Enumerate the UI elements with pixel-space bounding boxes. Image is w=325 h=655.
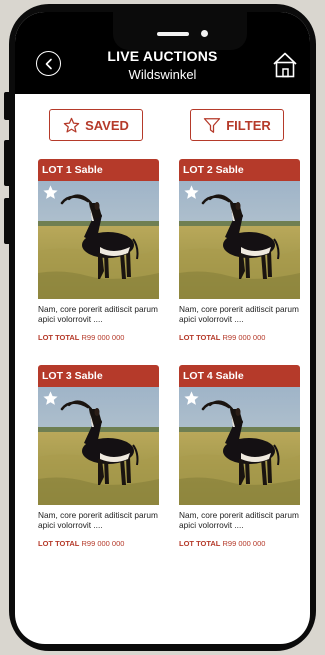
lot-title: LOT 2 Sable — [179, 159, 300, 181]
lot-card[interactable]: LOT 2 Sable Nam, core porerit aditiscit … — [179, 159, 300, 342]
star-icon[interactable] — [183, 184, 200, 201]
star-icon[interactable] — [183, 390, 200, 407]
home-button[interactable] — [272, 51, 298, 79]
lot-total: LOT TOTAL R99 000 000 — [179, 539, 300, 548]
lot-image[interactable] — [38, 387, 159, 505]
camera — [201, 30, 208, 37]
notch — [113, 12, 247, 50]
lot-total-value: R99 000 000 — [222, 539, 266, 548]
phone-screen: LIVE AUCTIONS Wildswinkel SAVED FILTER L… — [15, 12, 310, 644]
saved-button[interactable]: SAVED — [49, 109, 143, 141]
lot-card[interactable]: LOT 3 Sable Nam, core porerit aditiscit … — [38, 365, 159, 548]
lot-description: Nam, core porerit aditiscit parum apici … — [38, 510, 158, 530]
saved-label: SAVED — [85, 117, 129, 133]
lot-title: LOT 4 Sable — [179, 365, 300, 387]
lot-description: Nam, core porerit aditiscit parum apici … — [38, 304, 158, 324]
lot-card[interactable]: LOT 4 Sable Nam, core porerit aditiscit … — [179, 365, 300, 548]
page-title: LIVE AUCTIONS — [107, 48, 218, 64]
lot-description: Nam, core porerit aditiscit parum apici … — [179, 304, 299, 324]
lot-total-value: R99 000 000 — [222, 333, 266, 342]
lot-total-label: LOT TOTAL — [38, 539, 80, 548]
lot-total-label: LOT TOTAL — [179, 333, 221, 342]
lot-card[interactable]: LOT 1 Sable Nam, core porerit aditiscit … — [38, 159, 159, 342]
lot-image[interactable] — [38, 181, 159, 299]
filter-button[interactable]: FILTER — [190, 109, 284, 141]
lot-total-label: LOT TOTAL — [38, 333, 80, 342]
page-subtitle: Wildswinkel — [128, 67, 197, 82]
speaker — [157, 32, 189, 36]
lot-description: Nam, core porerit aditiscit parum apici … — [179, 510, 299, 530]
star-icon[interactable] — [42, 390, 59, 407]
lot-image[interactable] — [179, 387, 300, 505]
lot-total-label: LOT TOTAL — [179, 539, 221, 548]
star-icon[interactable] — [42, 184, 59, 201]
home-icon — [273, 52, 297, 78]
lot-title: LOT 3 Sable — [38, 365, 159, 387]
star-outline-icon — [63, 117, 80, 133]
lot-total: LOT TOTAL R99 000 000 — [38, 333, 159, 342]
lot-image[interactable] — [179, 181, 300, 299]
lot-total: LOT TOTAL R99 000 000 — [38, 539, 159, 548]
lot-total-value: R99 000 000 — [81, 333, 125, 342]
funnel-icon — [204, 117, 221, 133]
lot-total-value: R99 000 000 — [81, 539, 125, 548]
lot-total: LOT TOTAL R99 000 000 — [179, 333, 300, 342]
filter-label: FILTER — [226, 117, 271, 133]
lot-title: LOT 1 Sable — [38, 159, 159, 181]
